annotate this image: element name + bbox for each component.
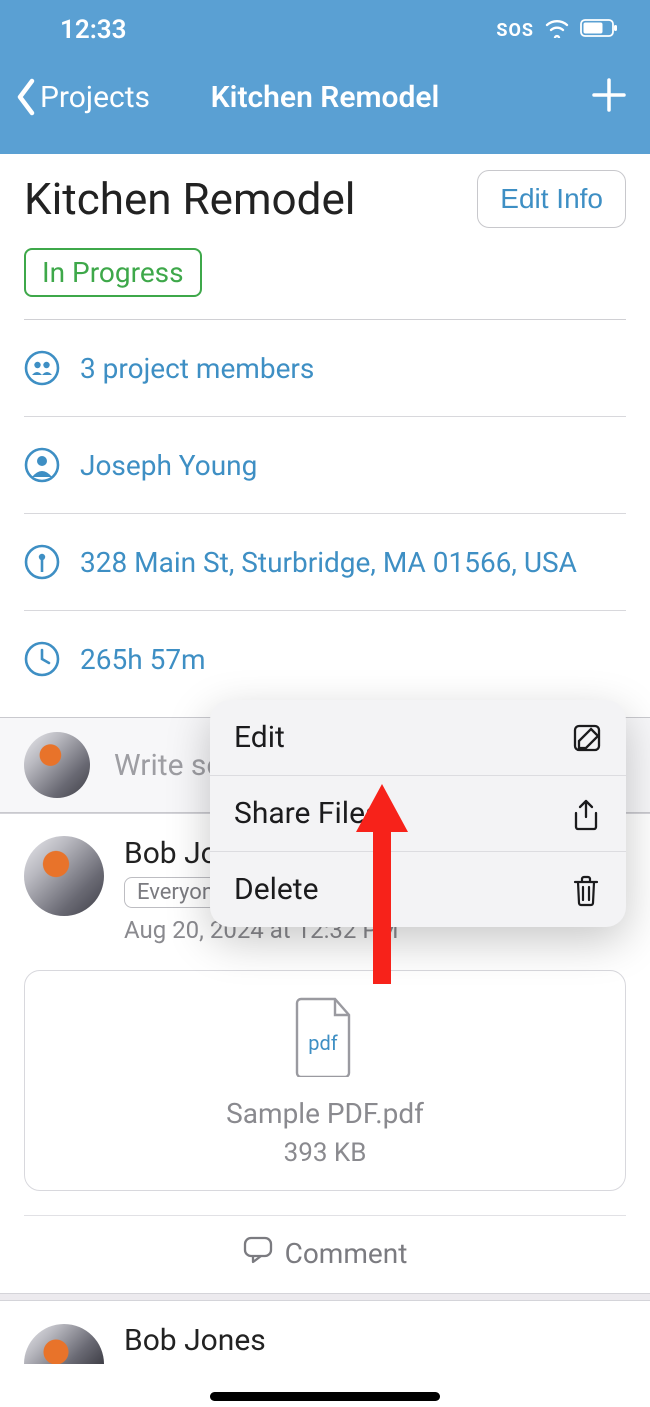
owner-row[interactable]: Joseph Young: [0, 417, 650, 513]
menu-delete-label: Delete: [234, 872, 319, 907]
trash-icon: [572, 875, 602, 905]
comment-button[interactable]: Comment: [24, 1215, 626, 1293]
edit-info-button[interactable]: Edit Info: [477, 170, 626, 228]
pdf-icon: pdf: [293, 997, 357, 1081]
avatar[interactable]: [24, 836, 104, 916]
members-icon: [24, 350, 60, 386]
share-icon: [572, 799, 602, 829]
members-row[interactable]: 3 project members: [0, 320, 650, 416]
clock-icon: [24, 641, 60, 677]
context-menu: Edit Share Files Delete: [210, 700, 626, 927]
comment-icon: [243, 1236, 273, 1271]
status-badge: In Progress: [24, 248, 202, 297]
wifi-icon: [544, 15, 570, 45]
menu-share-files[interactable]: Share Files: [210, 776, 626, 852]
sos-indicator: SOS: [496, 20, 534, 41]
post: Bob Jones: [0, 1301, 650, 1364]
address-row[interactable]: 328 Main St, Sturbridge, MA 01566, USA: [0, 514, 650, 610]
svg-text:pdf: pdf: [308, 1031, 338, 1055]
battery-icon: [580, 15, 620, 45]
compose-placeholder: Write so: [114, 748, 224, 783]
owner-name: Joseph Young: [80, 449, 257, 482]
menu-share-label: Share Files: [234, 796, 380, 831]
time-row[interactable]: 265h 57m: [0, 611, 650, 707]
menu-edit-label: Edit: [234, 720, 285, 755]
attachment-name: Sample PDF.pdf: [25, 1097, 625, 1130]
status-time: 12:33: [60, 15, 127, 45]
avatar: [24, 732, 90, 798]
back-label: Projects: [40, 80, 150, 115]
comment-label: Comment: [285, 1237, 408, 1270]
page-title: Kitchen Remodel: [24, 173, 355, 225]
avatar[interactable]: [24, 1324, 104, 1364]
post-author: Bob Jones: [124, 1323, 266, 1358]
attachment-size: 393 KB: [25, 1138, 625, 1168]
time-logged: 265h 57m: [80, 643, 206, 676]
chevron-left-icon: [14, 77, 38, 117]
back-button[interactable]: Projects: [14, 77, 150, 117]
members-label: 3 project members: [80, 352, 314, 385]
home-indicator: [210, 1392, 440, 1401]
nav-title: Kitchen Remodel: [211, 80, 440, 115]
edit-icon: [572, 723, 602, 753]
person-icon: [24, 447, 60, 483]
plus-icon: [592, 78, 626, 112]
section-gap: [0, 1293, 650, 1301]
address-text: 328 Main St, Sturbridge, MA 01566, USA: [80, 546, 577, 579]
menu-delete[interactable]: Delete: [210, 852, 626, 927]
add-button[interactable]: [586, 72, 632, 122]
pin-icon: [24, 544, 60, 580]
attachment-card[interactable]: pdf Sample PDF.pdf 393 KB: [24, 970, 626, 1191]
menu-edit[interactable]: Edit: [210, 700, 626, 776]
